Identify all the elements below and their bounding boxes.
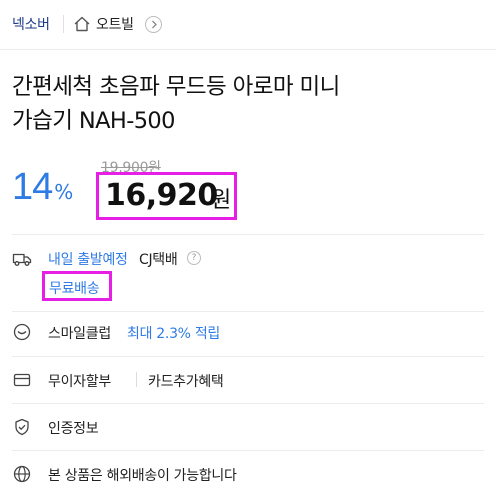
shield-check-icon xyxy=(15,418,29,436)
discount-unit: % xyxy=(54,180,74,204)
smile-club-label: 스마일클럽 xyxy=(48,326,111,342)
breadcrumb[interactable]: 오트빌 xyxy=(96,14,134,34)
divider xyxy=(12,450,484,451)
certification-info[interactable]: 인증정보 xyxy=(48,418,99,438)
discount-value: 14 xyxy=(12,166,53,208)
overseas-shipping-notice: 본 상품은 해외배송이 가능합니다 xyxy=(48,468,237,484)
product-title-line1: 간편세척 초음파 무드등 아로마 미니 xyxy=(12,74,340,100)
divider xyxy=(12,311,484,312)
chevron-right-icon[interactable] xyxy=(145,16,162,33)
truck-icon xyxy=(12,253,32,266)
sale-price-highlight: 16,920 원 xyxy=(96,172,237,220)
top-bar: 넥소버 오트빌 xyxy=(0,0,496,50)
smile-club-icon xyxy=(13,323,31,341)
card-icon xyxy=(13,373,31,387)
product-title: 간편세척 초음파 무드등 아로마 미니 가습기 NAH-500 xyxy=(12,70,482,138)
brand-link[interactable]: 넥소버 xyxy=(12,14,50,34)
sale-price: 16,920 xyxy=(105,178,218,213)
product-title-line2: 가습기 NAH-500 xyxy=(12,108,175,134)
free-shipping-label: 무료배송 xyxy=(49,281,100,297)
divider xyxy=(63,15,64,33)
card-benefit[interactable]: 카드추가혜택 xyxy=(148,371,224,391)
smile-club-reward[interactable]: 최대 2.3% 적립 xyxy=(127,323,220,343)
help-icon[interactable]: ? xyxy=(187,251,201,265)
divider xyxy=(12,356,484,357)
sale-price-unit: 원 xyxy=(211,188,232,213)
discount-rate: 14% xyxy=(12,166,73,209)
divider xyxy=(136,372,137,387)
interest-free-installment[interactable]: 무이자할부 xyxy=(48,371,111,391)
delivery-carrier: CJ택배 xyxy=(139,252,178,268)
globe-icon xyxy=(13,465,31,483)
delivery-eta: 내일 출발예정 xyxy=(48,252,128,268)
home-icon[interactable] xyxy=(73,15,91,33)
free-shipping-highlight: 무료배송 xyxy=(42,271,112,301)
divider xyxy=(12,234,484,235)
divider xyxy=(12,403,484,404)
